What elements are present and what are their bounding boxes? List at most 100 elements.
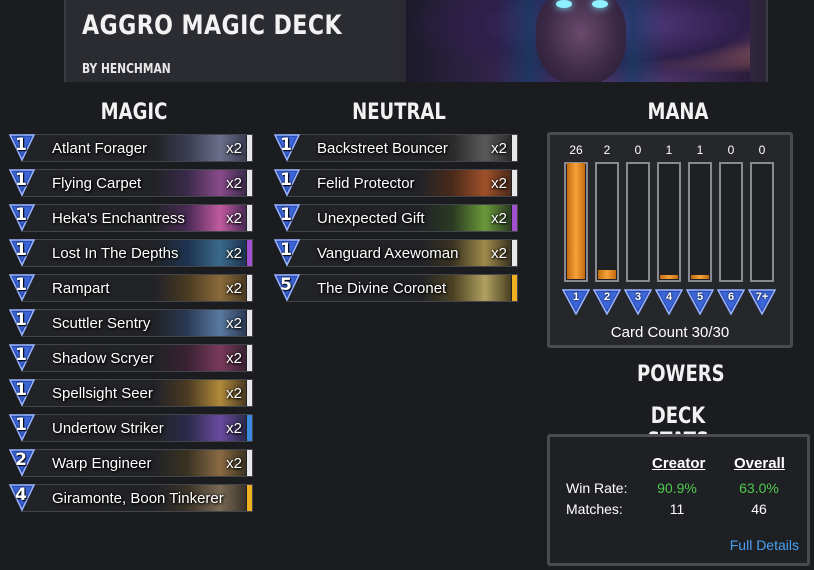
hero-eye-left: [556, 0, 572, 8]
mana-bar: [750, 162, 774, 282]
magic-card-row[interactable]: 1 Scuttler Sentry x2: [8, 309, 253, 337]
magic-card-row[interactable]: 1 Shadow Scryer x2: [8, 344, 253, 372]
magic-card-row[interactable]: 1 Atlant Forager x2: [8, 134, 253, 162]
mana-cost-gem-icon: 3: [623, 289, 653, 316]
card-cost-gem: 1: [273, 203, 301, 232]
magic-card-row[interactable]: 1 Spellsight Seer x2: [8, 379, 253, 407]
card-cost: 1: [15, 275, 27, 295]
card-count-badge: x2: [491, 210, 507, 227]
mana-bar-count: 1: [665, 143, 673, 157]
card-count-badge: x2: [226, 420, 242, 437]
card-cost-gem: 1: [8, 308, 36, 337]
mana-bar-fill: [691, 275, 709, 279]
card-cost-gem: 2: [8, 448, 36, 477]
card-name: Scuttler Sentry: [52, 315, 151, 332]
neutral-card-row[interactable]: 1 Felid Protector x2: [273, 169, 518, 197]
magic-card-row[interactable]: 4 Giramonte, Boon Tinkerer: [8, 484, 253, 512]
overall-matches: 46: [751, 501, 767, 517]
mana-bar-count: 0: [758, 143, 766, 157]
card-count-badge: x2: [226, 140, 242, 157]
card-rarity-stripe: [247, 450, 252, 476]
mana-bar: [688, 162, 712, 282]
card-count-badge: x2: [226, 455, 242, 472]
card-cost: 1: [280, 240, 292, 260]
card-name: Unexpected Gift: [317, 210, 425, 227]
mana-cost-gem-icon: 1: [561, 289, 591, 316]
card-cost-gem: 1: [8, 343, 36, 372]
card-rarity-stripe: [247, 345, 252, 371]
card-cost-gem: 1: [8, 378, 36, 407]
card-name: The Divine Coronet: [317, 280, 447, 297]
neutral-card-row[interactable]: 1 Backstreet Bouncer x2: [273, 134, 518, 162]
mana-bar: [595, 162, 619, 282]
card-name: Felid Protector: [317, 175, 415, 192]
magic-card-row[interactable]: 1 Flying Carpet x2: [8, 169, 253, 197]
card-name: Vanguard Axewoman: [317, 245, 459, 262]
card-cost: 4: [15, 485, 27, 505]
card-cost: 1: [15, 170, 27, 190]
magic-card-row[interactable]: 2 Warp Engineer x2: [8, 449, 253, 477]
neutral-card-row[interactable]: 5 The Divine Coronet: [273, 274, 518, 302]
neutral-card-row[interactable]: 1 Vanguard Axewoman x2: [273, 239, 518, 267]
creator-win-rate: 90.9%: [657, 480, 697, 496]
mana-cost-label: 4: [665, 291, 673, 303]
card-cost: 1: [15, 205, 27, 225]
card-cost: 1: [280, 135, 292, 155]
card-count-badge: x2: [226, 315, 242, 332]
card-count-badge: x2: [226, 385, 242, 402]
mana-cost-gem-icon: 5: [685, 289, 715, 316]
card-rarity-stripe: [247, 380, 252, 406]
card-name: Atlant Forager: [52, 140, 148, 157]
card-name: Warp Engineer: [52, 455, 152, 472]
mana-cost-gem-icon: 4: [654, 289, 684, 316]
card-rarity-stripe: [512, 135, 517, 161]
card-cost-gem: 1: [8, 238, 36, 267]
card-cost: 2: [15, 450, 27, 470]
card-count-badge: x2: [226, 245, 242, 262]
full-details-link[interactable]: Full Details: [730, 537, 799, 553]
mana-cost-label: 7+: [755, 291, 769, 303]
mana-cost-label: 6: [727, 291, 735, 303]
card-cost-gem: 4: [8, 483, 36, 512]
mana-bar-fill: [598, 270, 616, 279]
card-count-badge: x2: [226, 350, 242, 367]
mana-cost-gem-icon: 7+: [747, 289, 777, 316]
mana-bar-count: 26: [569, 143, 583, 157]
card-count-badge: x2: [226, 210, 242, 227]
card-cost: 1: [15, 135, 27, 155]
deck-title: AGGRO MAGIC DECK: [82, 10, 343, 41]
mana-bar: [657, 162, 681, 282]
card-cost: 1: [280, 170, 292, 190]
neutral-section-title: NEUTRAL: [352, 100, 446, 125]
mana-bar: [564, 162, 588, 282]
magic-card-row[interactable]: 1 Lost In The Depths x2: [8, 239, 253, 267]
card-cost: 1: [15, 310, 27, 330]
card-name: Flying Carpet: [52, 175, 142, 192]
magic-card-row[interactable]: 1 Undertow Striker x2: [8, 414, 253, 442]
mana-bar-count: 0: [634, 143, 642, 157]
creator-matches: 11: [669, 501, 685, 517]
magic-card-row[interactable]: 1 Heka's Enchantress x2: [8, 204, 253, 232]
mana-bar-count: 1: [696, 143, 704, 157]
mana-cost-label: 1: [572, 291, 580, 303]
magic-card-row[interactable]: 1 Rampart x2: [8, 274, 253, 302]
card-name: Spellsight Seer: [52, 385, 153, 402]
neutral-card-row[interactable]: 1 Unexpected Gift x2: [273, 204, 518, 232]
mana-bar: [626, 162, 650, 282]
card-rarity-stripe: [247, 275, 252, 301]
card-rarity-stripe: [247, 205, 252, 231]
card-cost-gem: 1: [273, 168, 301, 197]
card-cost-gem: 1: [273, 238, 301, 267]
card-rarity-stripe: [512, 205, 517, 231]
card-cost-gem: 1: [8, 168, 36, 197]
card-cost: 1: [15, 240, 27, 260]
overall-win-rate: 63.0%: [739, 480, 779, 496]
card-cost-gem: 5: [273, 273, 301, 302]
card-cost-gem: 1: [273, 133, 301, 162]
card-rarity-stripe: [247, 415, 252, 441]
mana-bar-fill: [567, 163, 585, 279]
mana-bar-count: 0: [727, 143, 735, 157]
deck-author: BY HENCHMAN: [82, 62, 171, 77]
mana-cost-label: 5: [696, 291, 704, 303]
card-cost-gem: 1: [8, 203, 36, 232]
